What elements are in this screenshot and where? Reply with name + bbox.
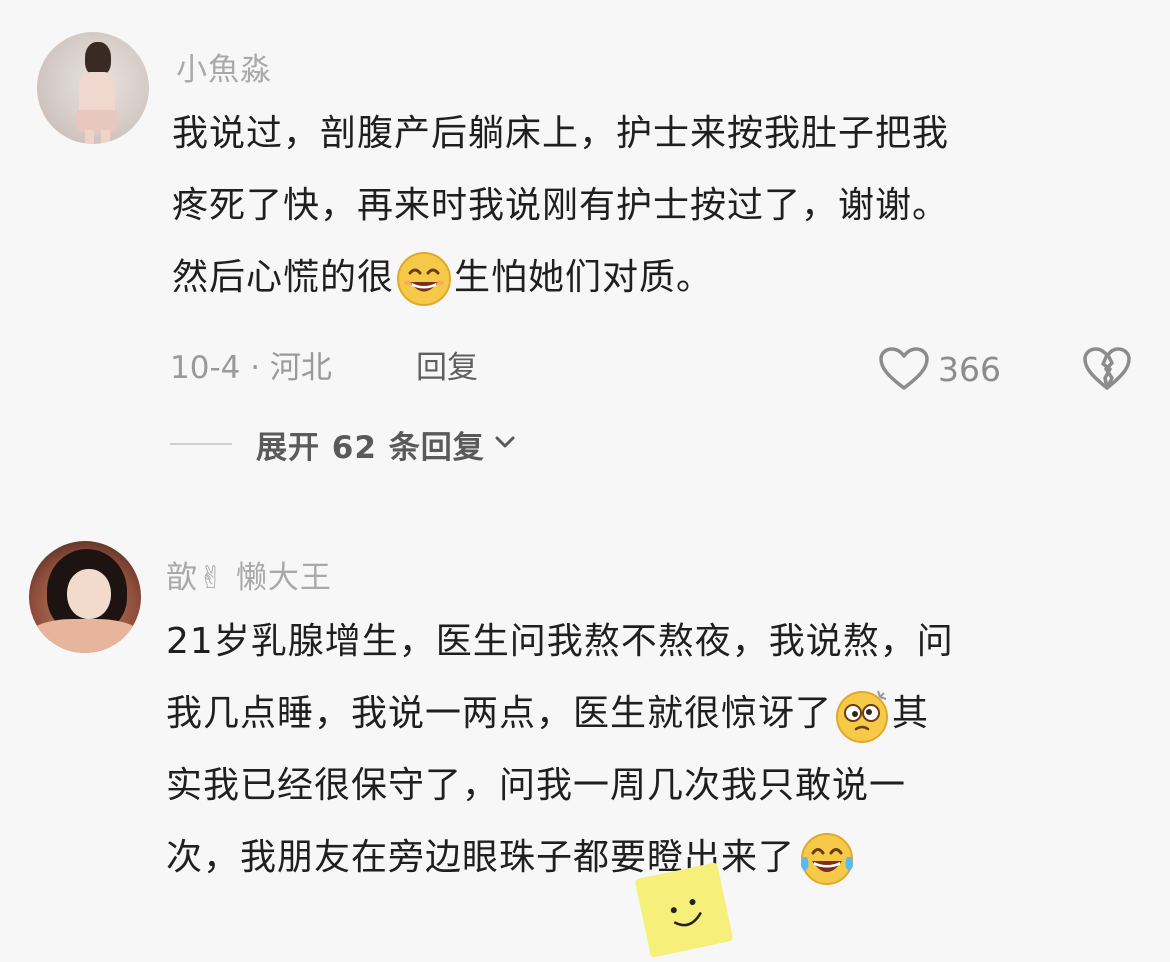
comment-date-location: 10-4 · 河北: [170, 350, 332, 386]
tears-of-joy-emoji: [797, 831, 854, 887]
chevron-down-icon: [493, 432, 517, 456]
expand-replies-label: 展开 62 条回复: [256, 429, 485, 466]
grinning-face-emoji: [396, 251, 452, 307]
divider: [170, 443, 232, 445]
like-count: 366: [938, 350, 1001, 389]
comment-text: 我说过，剖腹产后躺床上，护士来按我肚子把我 疼死了快，再来时我说刚有护士按过了，…: [172, 98, 949, 314]
expand-replies-button[interactable]: 展开 62 条回复: [170, 422, 517, 466]
user-avatar[interactable]: [29, 541, 141, 653]
reply-button[interactable]: 回复: [416, 342, 478, 387]
broken-heart-icon[interactable]: [1082, 346, 1132, 396]
user-avatar[interactable]: [37, 32, 149, 144]
comment-username[interactable]: 小魚淼: [176, 44, 272, 89]
comment-username[interactable]: 歆✌ 懒大王: [166, 552, 332, 597]
heart-icon[interactable]: [878, 346, 930, 396]
dizzy-face-emoji: [834, 687, 890, 743]
comment-text: 21岁乳腺增生，医生问我熬不熬夜，我说熬，问 我几点睡，我说一两点，医生就很惊讶…: [166, 606, 954, 894]
smiley-sticker-icon: [634, 862, 734, 958]
